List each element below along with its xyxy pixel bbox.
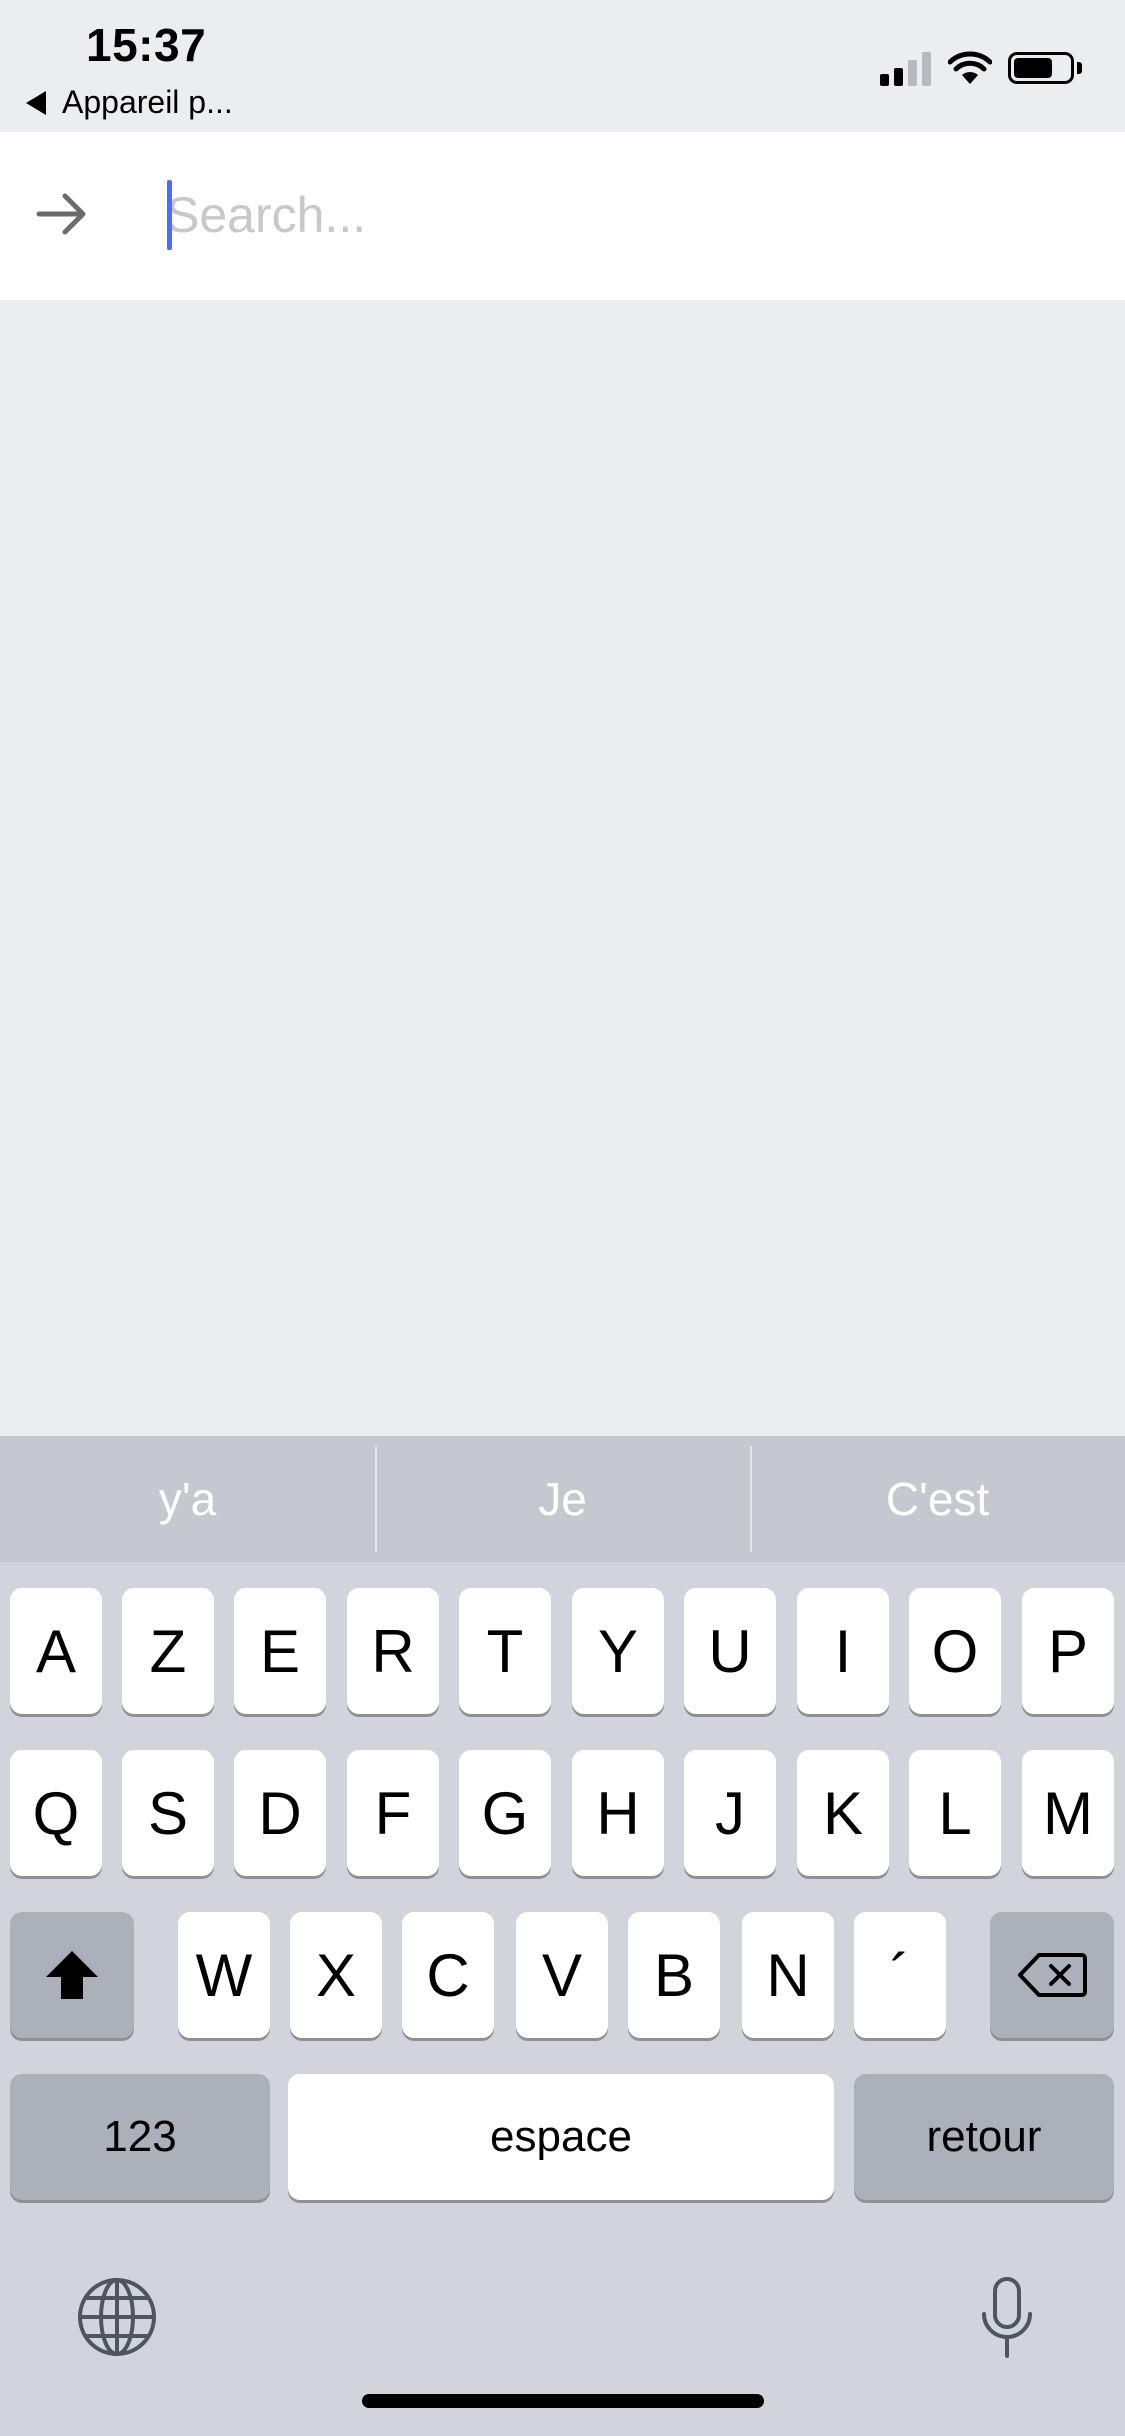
key-s[interactable]: S xyxy=(122,1750,214,1876)
key-m[interactable]: M xyxy=(1022,1750,1114,1876)
signal-icon xyxy=(880,50,932,86)
wifi-icon xyxy=(948,51,992,84)
key-h[interactable]: H xyxy=(572,1750,664,1876)
battery-tip xyxy=(1077,62,1082,74)
back-triangle-icon xyxy=(26,90,46,115)
delete-icon xyxy=(1018,1953,1087,1997)
microphone-icon[interactable] xyxy=(980,2276,1034,2360)
numbers-key[interactable]: 123 xyxy=(10,2074,270,2200)
key-g[interactable]: G xyxy=(459,1750,551,1876)
key-z[interactable]: Z xyxy=(122,1588,214,1714)
delete-key[interactable] xyxy=(990,1912,1114,2038)
key-w[interactable]: W xyxy=(178,1912,270,2038)
space-key[interactable]: espace xyxy=(288,2074,834,2200)
key-a[interactable]: A xyxy=(10,1588,102,1714)
suggestion-3[interactable]: C'est xyxy=(750,1436,1125,1562)
key-v[interactable]: V xyxy=(516,1912,608,2038)
text-caret xyxy=(167,180,172,250)
search-bar xyxy=(0,132,1125,300)
arrow-right-icon xyxy=(36,193,86,235)
key-i[interactable]: I xyxy=(797,1588,889,1714)
search-submit-button[interactable] xyxy=(30,182,94,246)
status-bar: 15:37 Appareil p... xyxy=(0,0,1125,132)
key-k[interactable]: K xyxy=(797,1750,889,1876)
key-acute-accent[interactable]: ´ xyxy=(854,1912,946,2038)
key-c[interactable]: C xyxy=(402,1912,494,2038)
key-l[interactable]: L xyxy=(909,1750,1001,1876)
return-key[interactable]: retour xyxy=(854,2074,1114,2200)
key-t[interactable]: T xyxy=(459,1588,551,1714)
status-time: 15:37 xyxy=(86,19,207,71)
battery-icon xyxy=(1008,52,1074,84)
globe-icon[interactable] xyxy=(76,2276,158,2358)
results-area xyxy=(0,300,1125,1436)
key-d[interactable]: D xyxy=(234,1750,326,1876)
suggestion-1[interactable]: y'a xyxy=(0,1436,375,1562)
battery-level xyxy=(1014,58,1052,78)
keyboard: y'a Je C'est A Z E R T Y U I O P Q S D F… xyxy=(0,1436,1125,2436)
key-r[interactable]: R xyxy=(347,1588,439,1714)
suggestion-2[interactable]: Je xyxy=(375,1436,750,1562)
back-to-app-link[interactable]: Appareil p... xyxy=(26,84,233,121)
shift-key[interactable] xyxy=(10,1912,134,2038)
key-b[interactable]: B xyxy=(628,1912,720,2038)
key-x[interactable]: X xyxy=(290,1912,382,2038)
key-u[interactable]: U xyxy=(684,1588,776,1714)
home-indicator[interactable] xyxy=(362,2394,764,2408)
key-e[interactable]: E xyxy=(234,1588,326,1714)
key-q[interactable]: Q xyxy=(10,1750,102,1876)
key-n[interactable]: N xyxy=(742,1912,834,2038)
key-o[interactable]: O xyxy=(909,1588,1001,1714)
screen: 15:37 Appareil p... Search... y'a Je C'e… xyxy=(0,0,1125,2436)
key-j[interactable]: J xyxy=(684,1750,776,1876)
key-p[interactable]: P xyxy=(1022,1588,1114,1714)
key-f[interactable]: F xyxy=(347,1750,439,1876)
key-y[interactable]: Y xyxy=(572,1588,664,1714)
search-input[interactable] xyxy=(166,172,1066,258)
back-app-label: Appareil p... xyxy=(62,84,233,120)
suggestion-bar: y'a Je C'est xyxy=(0,1436,1125,1562)
shift-icon xyxy=(46,1951,98,1999)
